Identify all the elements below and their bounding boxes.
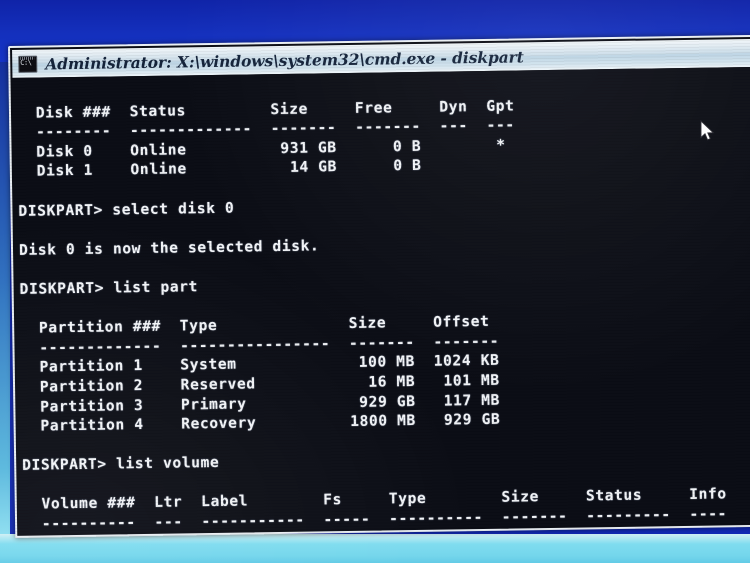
window-frame: Administrator: X:\windows\system32\cmd.e… <box>8 34 750 538</box>
console-output-area[interactable]: Disk ### Status Size Free Dyn Gpt ------… <box>12 66 750 534</box>
screen-photo: Administrator: X:\windows\system32\cmd.e… <box>0 0 750 563</box>
desktop-background-bottom <box>0 534 750 563</box>
cmd-console-icon <box>18 55 38 73</box>
window-title: Administrator: X:\windows\system32\cmd.e… <box>45 46 524 73</box>
cmd-window[interactable]: Administrator: X:\windows\system32\cmd.e… <box>8 34 750 538</box>
